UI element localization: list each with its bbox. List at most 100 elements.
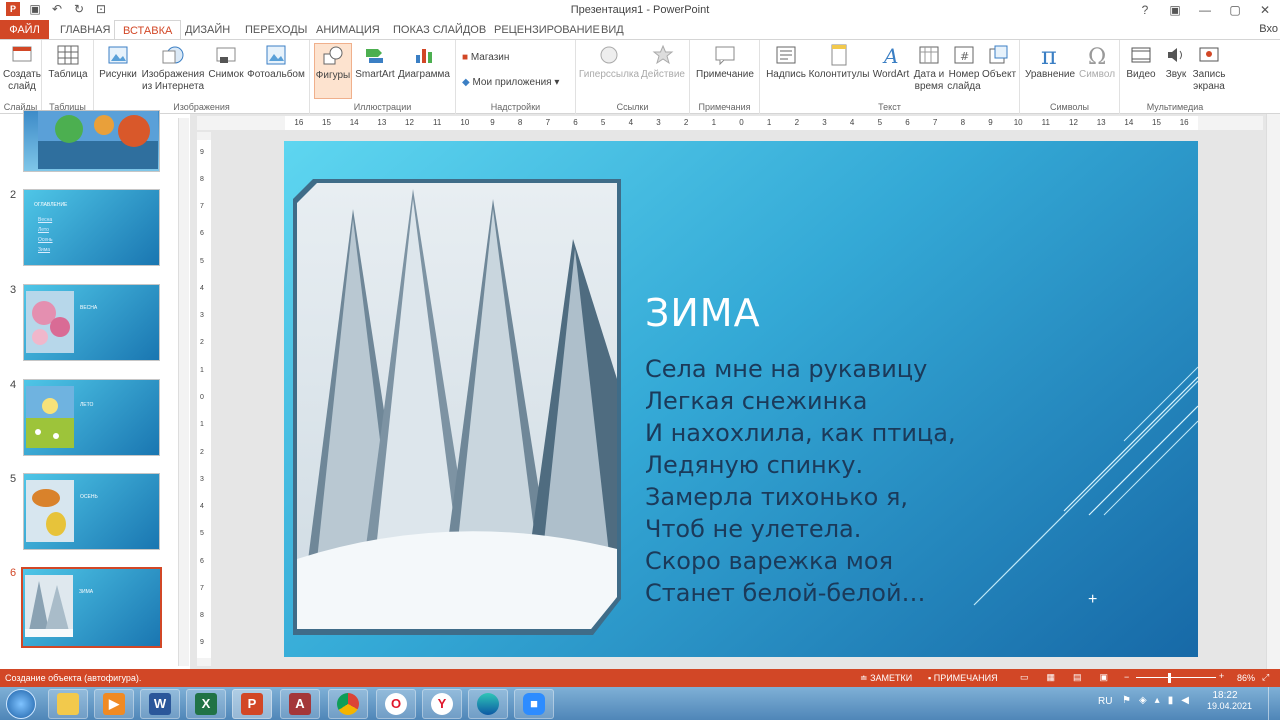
tab-insert[interactable]: ВСТАВКА	[114, 20, 182, 40]
slide-poem-text[interactable]: Села мне на рукавицу Легкая снежинка И н…	[645, 353, 956, 609]
horizontal-ruler: 16 15 14 13 12 11 10 9 8 7 6 5 4 3 2 1 0 1 2 3 4 5 6 7 8 9 10 11 12 1…	[285, 116, 1198, 130]
slide-canvas[interactable]: ЗИМА Села мне на рукавицу Легкая снежинк…	[284, 141, 1198, 657]
slide-sorter-icon[interactable]: ▦	[1047, 672, 1056, 683]
screenshot-label: Снимок	[208, 69, 244, 80]
pictures-button[interactable]: Рисунки	[98, 43, 138, 81]
start-button[interactable]	[6, 689, 36, 719]
media-player-icon[interactable]: ▶	[94, 689, 134, 719]
textbox-button[interactable]: Надпись	[764, 43, 808, 81]
tray-expand-icon[interactable]: ▴	[1155, 695, 1160, 706]
ruler-tick-label: 3	[200, 312, 204, 320]
ruler-tick-label: 16	[294, 118, 304, 127]
ruler-tick-label: 2	[794, 118, 800, 127]
tab-view[interactable]: ВИД	[593, 20, 632, 40]
maximize-button[interactable]: ▢	[1220, 0, 1250, 20]
excel-icon[interactable]: X	[186, 689, 226, 719]
slide-thumbnail-5[interactable]: ОСЕНЬ	[23, 473, 160, 550]
word-icon[interactable]: W	[140, 689, 180, 719]
slide-thumbnail-6[interactable]: ЗИМА	[21, 567, 162, 648]
slide-thumbnail-2[interactable]: ОГЛАВЛЕНИЕ Весна Лето Осень Зима	[23, 189, 160, 266]
language-indicator[interactable]: RU	[1098, 696, 1112, 707]
ribbon-options-icon[interactable]: ▣	[1160, 0, 1190, 20]
action-button[interactable]: Действие	[640, 43, 686, 81]
chrome-icon[interactable]	[328, 689, 368, 719]
shapes-button[interactable]: Фигуры	[314, 43, 352, 99]
show-desktop-button[interactable]	[1268, 687, 1280, 720]
slide-title[interactable]: ЗИМА	[645, 291, 761, 335]
poem-line: Замерла тихонько я,	[645, 483, 909, 511]
comments-button[interactable]: ▪ ПРИМЕЧАНИЯ	[928, 673, 998, 683]
screenshot-button[interactable]: Снимок	[206, 43, 246, 81]
tab-file[interactable]: ФАЙЛ	[0, 20, 49, 40]
tab-home[interactable]: ГЛАВНАЯ	[52, 20, 118, 40]
comment-button[interactable]: Примечание	[694, 43, 756, 81]
explorer-icon[interactable]	[48, 689, 88, 719]
chart-button[interactable]: Диаграмма	[396, 43, 452, 81]
tray-update-icon[interactable]: ◈	[1139, 695, 1147, 706]
fit-slide-icon[interactable]: ⤢	[1262, 672, 1269, 683]
store-button[interactable]: ■ Магазин	[462, 52, 509, 63]
header-footer-button[interactable]: Колонтитулы	[808, 43, 870, 81]
tab-slideshow[interactable]: ПОКАЗ СЛАЙДОВ	[385, 20, 494, 40]
help-icon[interactable]: ?	[1130, 0, 1160, 20]
slide-thumbnail-1[interactable]	[23, 110, 160, 172]
ruler-tick-label: 5	[200, 257, 204, 265]
tab-animations[interactable]: АНИМАЦИЯ	[308, 20, 388, 40]
slide-thumbnails-pane: 2 ОГЛАВЛЕНИЕ Весна Лето Осень Зима 3 ВЕС…	[0, 110, 190, 669]
ruler-tick-label: 9	[988, 118, 993, 127]
tab-design[interactable]: ДИЗАЙН	[177, 20, 238, 40]
reading-view-icon[interactable]: ▤	[1073, 672, 1082, 683]
slide-thumbnail-3[interactable]: ВЕСНА	[23, 284, 160, 361]
photo-album-button[interactable]: Фотоальбом	[246, 43, 306, 81]
equation-button[interactable]: π Уравнение	[1022, 43, 1078, 81]
minimize-button[interactable]: —	[1190, 0, 1220, 20]
online-pictures-button[interactable]: Изображения из Интернета	[138, 43, 208, 93]
signin-link[interactable]: Вхо	[1259, 23, 1278, 35]
slideshow-icon[interactable]: ▣	[1100, 672, 1109, 683]
tab-review[interactable]: РЕЦЕНЗИРОВАНИЕ	[486, 20, 608, 40]
zoom-slider[interactable]	[1136, 677, 1216, 678]
tray-volume-icon[interactable]: ◀	[1181, 695, 1189, 706]
ruler-tick-label: 4	[200, 284, 204, 292]
powerpoint-window: P ▣ ↶ ↻ ⊡ Презентация1 - PowerPoint ? ▣ …	[0, 0, 1280, 720]
wordart-icon: A	[882, 44, 898, 67]
datetime-button[interactable]: Дата и время	[910, 43, 948, 93]
zoom-out-button[interactable]: −	[1124, 672, 1129, 682]
powerpoint-taskbar-icon[interactable]: P	[232, 689, 272, 719]
table-button[interactable]: Таблица	[48, 43, 88, 81]
close-button[interactable]: ✕	[1250, 0, 1280, 20]
clock[interactable]: 18:22 19.04.2021	[1207, 690, 1252, 711]
hyperlink-button[interactable]: Гиперссылка	[578, 43, 640, 81]
smartart-button[interactable]: SmartArt	[352, 43, 398, 81]
tab-transitions[interactable]: ПЕРЕХОДЫ	[237, 20, 315, 40]
zoom-icon[interactable]: ■	[514, 689, 554, 719]
notes-button[interactable]: ≐ ЗАМЕТКИ	[860, 673, 912, 684]
slide-thumbnail-4[interactable]: ЛЕТО	[23, 379, 160, 456]
slide-number-button[interactable]: # Номер слайда	[944, 43, 984, 93]
audio-button[interactable]: Звук	[1160, 43, 1192, 81]
video-button[interactable]: Видео	[1122, 43, 1160, 81]
ruler-tick-label: 10	[460, 118, 470, 127]
new-slide-button[interactable]: Создать слайд	[2, 43, 42, 93]
symbol-button[interactable]: Ω Символ	[1076, 43, 1118, 81]
yandex-icon[interactable]: Y	[422, 689, 462, 719]
editor-scrollbar[interactable]	[1266, 114, 1280, 669]
video-label: Видео	[1126, 69, 1156, 80]
ruler-tick-label: 4	[849, 118, 855, 127]
opera-icon[interactable]: O	[376, 689, 416, 719]
edge-icon[interactable]	[468, 689, 508, 719]
zoom-slider-thumb[interactable]	[1168, 673, 1171, 683]
symbol-label: Символ	[1078, 69, 1116, 80]
tray-flag-icon[interactable]: ⚑	[1122, 695, 1131, 706]
tray-network-icon[interactable]: ▮	[1168, 695, 1174, 706]
access-icon[interactable]: A	[280, 689, 320, 719]
ruler-tick-label: 0	[200, 394, 204, 401]
screen-recording-button[interactable]: Запись экрана	[1190, 43, 1228, 93]
zoom-level[interactable]: 86%	[1237, 673, 1255, 683]
normal-view-icon[interactable]: ▭	[1020, 672, 1029, 683]
my-apps-button[interactable]: ◆ Мои приложения ▾	[462, 77, 559, 88]
object-button[interactable]: Объект	[980, 43, 1018, 81]
wordart-button[interactable]: A WordArt	[870, 43, 912, 81]
zoom-in-button[interactable]: +	[1219, 671, 1224, 681]
thumbnails-scrollbar[interactable]	[178, 118, 189, 666]
